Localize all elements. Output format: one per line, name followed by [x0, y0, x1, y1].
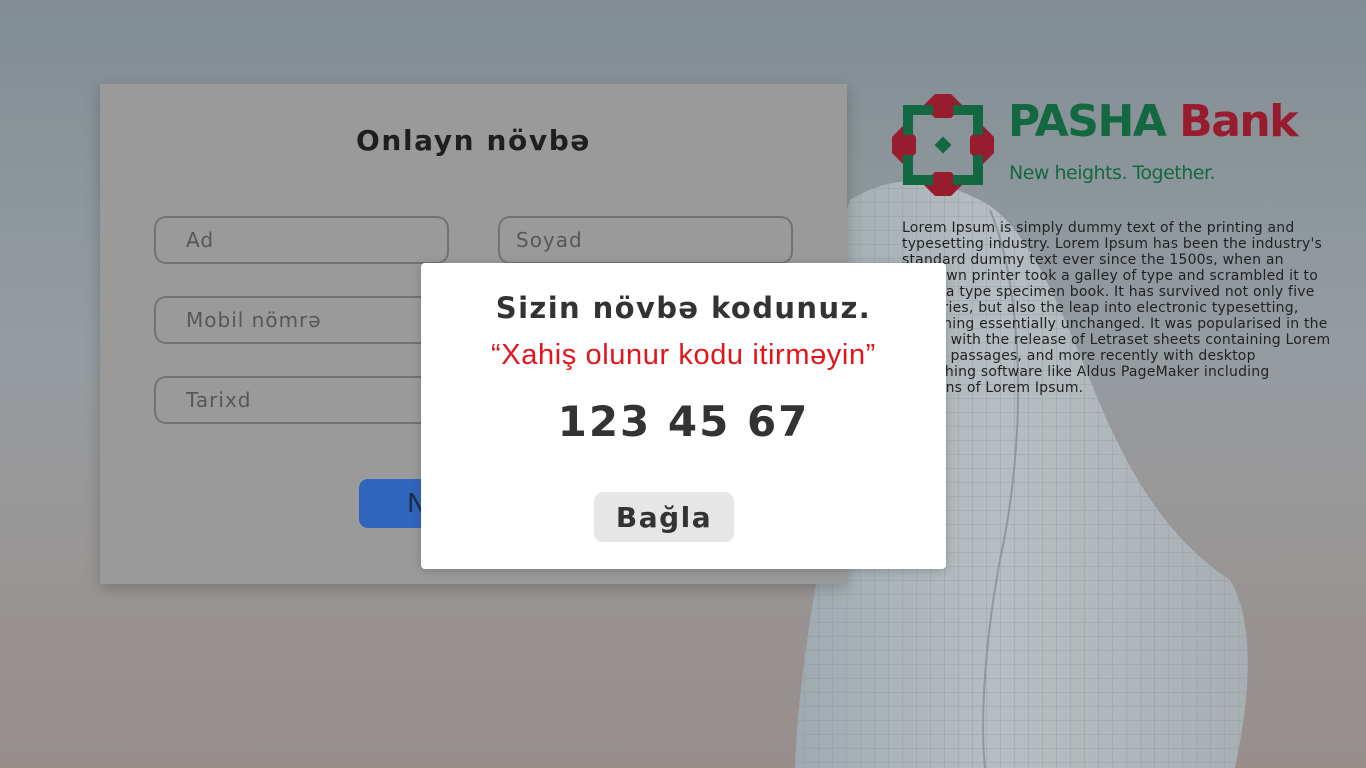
queue-code-modal: Sizin növbə kodunuz. “Xahiş olunur kodu … — [421, 263, 946, 569]
brand-name-pasha: PASHA — [1008, 96, 1167, 147]
modal-title: Sizin növbə kodunuz. — [495, 291, 872, 325]
brand-tagline: New heights. Together. — [1009, 162, 1216, 184]
brand-logo: PASHA Bank New heights. Together. — [890, 92, 1340, 202]
last-name-field[interactable] — [498, 216, 793, 264]
pasha-bank-logo-icon — [892, 94, 994, 196]
info-paragraph: Lorem Ipsum is simply dummy text of the … — [902, 220, 1331, 396]
modal-warning-text: “Xahiş olunur kodu itirməyin” — [491, 339, 876, 371]
first-name-field[interactable] — [154, 216, 449, 264]
brand-name-bank: Bank — [1179, 96, 1298, 147]
date-field[interactable] — [154, 376, 449, 424]
close-button[interactable]: Bağla — [594, 492, 734, 542]
form-title: Onlayn növbə — [356, 124, 591, 157]
mobile-number-field[interactable] — [154, 296, 449, 344]
brand-name: PASHA Bank — [1008, 96, 1298, 147]
queue-code: 123 45 67 — [557, 397, 810, 446]
